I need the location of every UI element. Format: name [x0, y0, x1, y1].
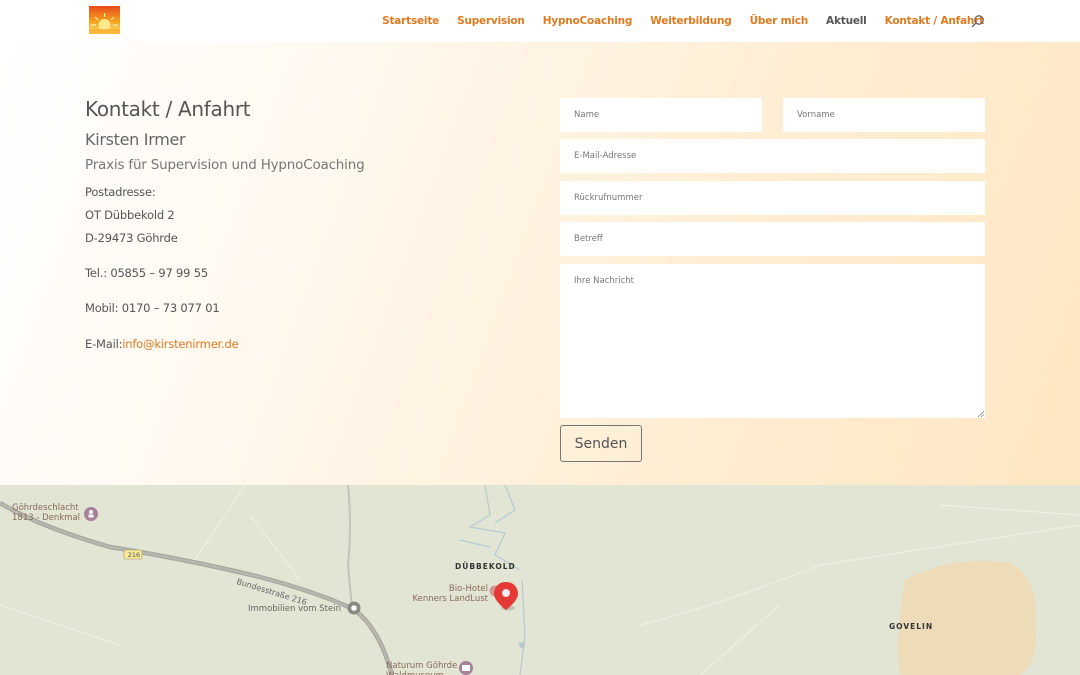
email-link[interactable]: info@kirstenirmer.de — [122, 337, 238, 351]
email-input[interactable] — [560, 139, 985, 173]
map-label-museum: Naturum Göhrde Waldmuseum — [386, 661, 458, 675]
map-label-village: DÜBBEKOLD — [455, 562, 516, 571]
callback-input[interactable] — [560, 181, 985, 215]
address-label: Postadresse: — [85, 185, 156, 199]
nav-kontakt-anfahrt[interactable]: Kontakt / Anfahrt — [885, 15, 985, 27]
map-label-monument: Göhrdeschlacht 1813 - Denkmal — [12, 503, 81, 523]
practice-tagline: Praxis für Supervision und HypnoCoaching — [85, 157, 365, 173]
mobile-number: Mobil: 0170 – 73 077 01 — [85, 301, 220, 315]
name-input[interactable] — [560, 98, 762, 132]
map-label-realestate: Immobilien vom Stein — [248, 604, 341, 614]
phone-number: Tel.: 05855 – 97 99 55 — [85, 266, 208, 280]
send-button[interactable]: Senden — [560, 425, 642, 462]
nav-supervision[interactable]: Supervision — [457, 15, 525, 27]
road-shield-label: 216 — [127, 551, 141, 559]
contact-name: Kirsten Irmer — [85, 130, 186, 149]
nav-ueber-mich[interactable]: Über mich — [750, 15, 809, 27]
message-textarea[interactable] — [560, 264, 985, 418]
site-header: Startseite Supervision HypnoCoaching Wei… — [0, 0, 1080, 42]
main-nav: Startseite Supervision HypnoCoaching Wei… — [382, 0, 984, 42]
address-city: D-29473 Göhrde — [85, 231, 178, 245]
search-icon[interactable] — [971, 14, 985, 28]
address-street: OT Dübbekold 2 — [85, 208, 175, 222]
email-label: E-Mail: — [85, 337, 123, 351]
map-canvas[interactable] — [0, 485, 1080, 675]
location-map[interactable]: Göhrdeschlacht 1813 - Denkmal 216 Bundes… — [0, 485, 1080, 675]
map-label-hotel: Bio-Hotel Kenners LandLust — [412, 584, 488, 604]
resize-grip-icon[interactable] — [977, 410, 984, 417]
contact-info: Kontakt / Anfahrt Kirsten Irmer Praxis f… — [85, 97, 365, 351]
firstname-input[interactable] — [783, 98, 985, 132]
map-label-govelin: GOVELIN — [889, 622, 934, 631]
nav-weiterbildung[interactable]: Weiterbildung — [650, 15, 732, 27]
subject-input[interactable] — [560, 222, 985, 256]
page-title: Kontakt / Anfahrt — [85, 97, 251, 121]
nav-aktuell[interactable]: Aktuell — [826, 15, 867, 27]
sun-logo-icon[interactable] — [88, 5, 121, 35]
location-marker-icon[interactable] — [494, 582, 518, 611]
nav-startseite[interactable]: Startseite — [382, 15, 439, 27]
nav-hypnocoaching[interactable]: HypnoCoaching — [543, 15, 633, 27]
email-line: E-Mail:info@kirstenirmer.de — [85, 337, 239, 351]
